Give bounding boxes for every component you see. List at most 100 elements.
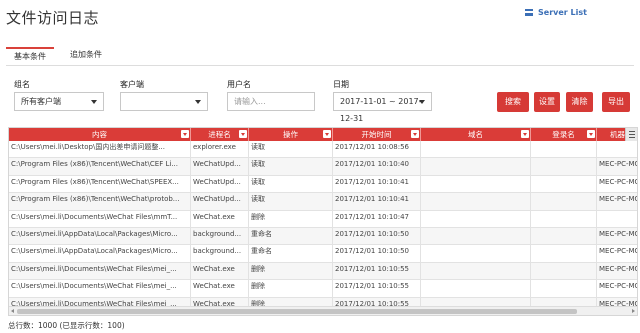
column-header-process[interactable]: 进程名 — [191, 128, 249, 141]
cell-content: C:\Users\mei.li\Documents\WeChat Files\m… — [9, 280, 191, 298]
cell-domain — [421, 245, 531, 263]
cell-operation: 删除 — [249, 280, 333, 298]
cell-process: WeChat.exe — [191, 280, 249, 298]
cell-domain — [421, 175, 531, 194]
scroll-left-icon[interactable] — [11, 309, 14, 313]
cell-start-time: 2017/12/01 10:10:41 — [333, 193, 421, 211]
cell-start-time: 2017/12/01 10:10:55 — [333, 262, 421, 281]
cell-process: WeChatUpd... — [191, 175, 249, 194]
cell-machine: MEC-PC-MC — [597, 158, 637, 175]
tab-additional-conditions[interactable]: 追加条件 — [62, 47, 110, 66]
client-select[interactable] — [120, 92, 208, 111]
column-menu-icon[interactable] — [587, 130, 595, 138]
server-list-link[interactable]: Server List — [525, 8, 587, 17]
cell-process: explorer.exe — [191, 141, 249, 159]
cell-machine: MEC-PC-MC — [597, 193, 637, 210]
client-label: 客户端 — [120, 80, 144, 89]
cell-operation: 重命名 — [249, 245, 333, 263]
grid-menu-icon[interactable] — [625, 128, 637, 141]
cell-machine: MEC-PC-MC — [597, 176, 637, 193]
server-list-label: Server List — [538, 8, 587, 17]
table-row[interactable]: C:\Program Files (x86)\Tencent\WeChat\CE… — [9, 158, 637, 176]
date-range-value: 2017-11-01 ~ 2017-12-31 — [340, 97, 422, 123]
cell-operation: 读取 — [249, 141, 333, 159]
date-range-select[interactable]: 2017-11-01 ~ 2017-12-31 — [333, 92, 432, 123]
cell-start-time: 2017/12/01 10:10:50 — [333, 245, 421, 263]
cell-start-time: 2017/12/01 10:10:47 — [333, 210, 421, 228]
group-label: 组名 — [14, 80, 30, 89]
cell-operation: 读取 — [249, 193, 333, 211]
cell-machine — [597, 141, 637, 158]
group-select-value: 所有客户端 — [21, 97, 61, 106]
column-menu-icon[interactable] — [181, 130, 189, 138]
search-button[interactable]: 搜索 — [497, 92, 529, 112]
scroll-right-icon[interactable] — [632, 309, 635, 313]
column-header-login[interactable]: 登录名 — [531, 128, 597, 141]
condition-tabs: 基本条件 追加条件 — [6, 47, 634, 66]
cell-content: C:\Users\mei.li\Documents\WeChat Files\m… — [9, 262, 191, 281]
table-row[interactable]: C:\Users\mei.li\Documents\WeChat Files\m… — [9, 262, 637, 281]
settings-button[interactable]: 设置 — [534, 92, 560, 112]
clear-button[interactable]: 清除 — [566, 92, 593, 112]
horizontal-scrollbar[interactable] — [9, 306, 637, 315]
cell-operation: 读取 — [249, 175, 333, 194]
cell-login — [531, 193, 597, 211]
user-input[interactable]: 请输入... — [227, 92, 315, 111]
row-count-footer: 总行数：1000 (已显示行数：100) — [8, 321, 125, 330]
table-row[interactable]: C:\Users\mei.li\AppData\Local\Packages\M… — [9, 245, 637, 263]
column-menu-icon[interactable] — [411, 130, 419, 138]
table-row[interactable]: C:\Users\mei.li\Documents\WeChat Files\m… — [9, 210, 637, 228]
column-header-operation[interactable]: 操作 — [249, 128, 333, 141]
chevron-down-icon — [419, 100, 425, 104]
cell-login — [531, 175, 597, 194]
date-label: 日期 — [333, 80, 349, 89]
table-header: 内容 进程名 操作 开始时间 域名 登录名 机器 — [9, 128, 637, 141]
cell-content: C:\Program Files (x86)\Tencent\WeChat\CE… — [9, 158, 191, 176]
cell-start-time: 2017/12/01 10:10:41 — [333, 175, 421, 194]
cell-domain — [421, 141, 531, 159]
cell-process: WeChat.exe — [191, 262, 249, 281]
column-header-domain[interactable]: 域名 — [421, 128, 531, 141]
cell-start-time: 2017/12/01 10:10:55 — [333, 280, 421, 298]
cell-operation: 读取 — [249, 158, 333, 176]
user-input-placeholder: 请输入... — [234, 97, 266, 106]
chevron-down-icon — [91, 100, 97, 104]
table-row[interactable]: C:\Users\mei.li\AppData\Local\Packages\M… — [9, 228, 637, 246]
chevron-down-icon — [195, 100, 201, 104]
list-icon — [525, 9, 533, 16]
access-log-table: 内容 进程名 操作 开始时间 域名 登录名 机器 C:\Users\mei.li… — [8, 127, 638, 316]
cell-process: background... — [191, 228, 249, 246]
cell-content: C:\Users\mei.li\Desktop\国内出差申请问题整... — [9, 141, 191, 159]
cell-content: C:\Users\mei.li\AppData\Local\Packages\M… — [9, 228, 191, 246]
cell-content: C:\Program Files (x86)\Tencent\WeChat\SP… — [9, 175, 191, 194]
column-menu-icon[interactable] — [521, 130, 529, 138]
group-select[interactable]: 所有客户端 — [14, 92, 104, 111]
cell-domain — [421, 210, 531, 228]
table-row[interactable]: C:\Users\mei.li\Documents\WeChat Files\m… — [9, 280, 637, 298]
table-row[interactable]: C:\Program Files (x86)\Tencent\WeChat\SP… — [9, 175, 637, 194]
cell-domain — [421, 193, 531, 211]
cell-machine: MEC-PC-MC — [597, 263, 637, 280]
cell-start-time: 2017/12/01 10:10:50 — [333, 228, 421, 246]
column-header-content[interactable]: 内容 — [9, 128, 191, 141]
cell-operation: 重命名 — [249, 228, 333, 246]
cell-machine — [597, 211, 637, 228]
tab-basic-conditions[interactable]: 基本条件 — [6, 47, 54, 66]
cell-domain — [421, 280, 531, 298]
column-menu-icon[interactable] — [323, 130, 331, 138]
cell-machine: MEC-PC-MC — [597, 280, 637, 297]
cell-domain — [421, 158, 531, 176]
cell-content: C:\Program Files (x86)\Tencent\WeChat\pr… — [9, 193, 191, 211]
export-button[interactable]: 导出 — [602, 92, 630, 112]
cell-machine: MEC-PC-MC — [597, 245, 637, 262]
table-row[interactable]: C:\Users\mei.li\Desktop\国内出差申请问题整... expl… — [9, 141, 637, 159]
cell-login — [531, 158, 597, 176]
column-header-start-time[interactable]: 开始时间 — [333, 128, 421, 141]
scrollbar-thumb[interactable] — [17, 309, 577, 314]
cell-login — [531, 141, 597, 159]
user-label: 用户名 — [227, 80, 251, 89]
cell-process: WeChatUpd... — [191, 158, 249, 176]
table-row[interactable]: C:\Program Files (x86)\Tencent\WeChat\pr… — [9, 193, 637, 211]
column-menu-icon[interactable] — [239, 130, 247, 138]
cell-operation: 删除 — [249, 262, 333, 281]
